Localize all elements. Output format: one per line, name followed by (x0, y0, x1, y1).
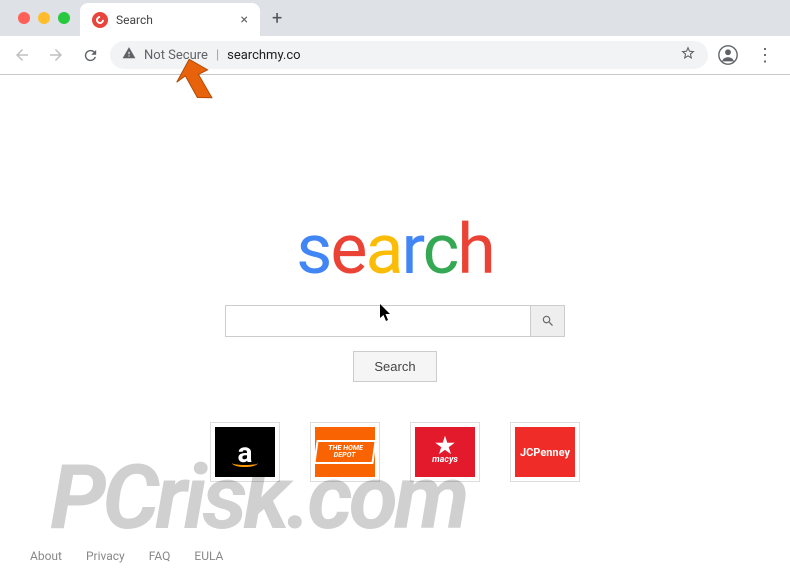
footer-eula[interactable]: EULA (194, 549, 223, 563)
window-close[interactable] (18, 12, 30, 24)
nav-back-button[interactable] (8, 41, 36, 69)
user-icon (717, 44, 739, 66)
logo-letter: a (365, 209, 401, 291)
nav-reload-button[interactable] (76, 41, 104, 69)
new-tab-button[interactable]: + (260, 8, 294, 29)
security-warning-icon (122, 46, 136, 64)
security-label: Not Secure (144, 48, 208, 63)
magnifier-icon (541, 314, 555, 328)
tab-close-icon[interactable]: × (241, 12, 248, 28)
logo-letter: e (330, 209, 365, 291)
footer-about[interactable]: About (30, 549, 62, 563)
url-text: searchmy.co (227, 48, 300, 63)
footer-links: About Privacy FAQ EULA (30, 549, 223, 563)
jcpenney-logo: JCPenney (515, 427, 575, 477)
address-bar: Not Secure | searchmy.co ⋮ (0, 36, 790, 74)
logo-letter: s (296, 209, 330, 291)
tab-title: Search (116, 13, 153, 27)
browser-menu-button[interactable]: ⋮ (748, 45, 782, 66)
page-content: search Search a THE HOME DEPOT ★ macys (0, 75, 790, 482)
url-field[interactable]: Not Secure | searchmy.co (110, 41, 708, 69)
search-button[interactable]: Search (353, 351, 436, 382)
amazon-logo: a (215, 427, 275, 477)
macys-logo: ★ macys (415, 427, 475, 477)
logo-letter: c (423, 209, 458, 291)
window-minimize[interactable] (38, 12, 50, 24)
window-controls (8, 12, 80, 24)
window-maximize[interactable] (58, 12, 70, 24)
homedepot-logo: THE HOME DEPOT (315, 427, 375, 477)
browser-chrome: Search × + Not Secure | searchmy.co (0, 0, 790, 75)
bookmark-star-icon[interactable] (680, 45, 696, 65)
tile-macys[interactable]: ★ macys (410, 422, 480, 482)
tile-homedepot[interactable]: THE HOME DEPOT (310, 422, 380, 482)
arrow-right-icon (47, 46, 65, 64)
nav-forward-button[interactable] (42, 41, 70, 69)
logo-letter: r (402, 209, 423, 291)
browser-tab[interactable]: Search × (80, 3, 260, 37)
footer-privacy[interactable]: Privacy (86, 549, 125, 563)
quick-tiles: a THE HOME DEPOT ★ macys JCPenney (210, 422, 580, 482)
profile-button[interactable] (714, 41, 742, 69)
reload-icon (82, 47, 99, 64)
footer-faq[interactable]: FAQ (149, 549, 171, 563)
search-logo: search (296, 215, 494, 285)
tile-amazon[interactable]: a (210, 422, 280, 482)
url-separator: | (216, 48, 219, 63)
tab-favicon-icon (92, 12, 108, 28)
tab-bar: Search × + (0, 0, 790, 36)
tile-jcpenney[interactable]: JCPenney (510, 422, 580, 482)
search-icon-button[interactable] (530, 306, 564, 336)
logo-letter: h (457, 209, 494, 291)
search-row (225, 305, 565, 337)
arrow-left-icon (13, 46, 31, 64)
search-input[interactable] (226, 306, 530, 336)
